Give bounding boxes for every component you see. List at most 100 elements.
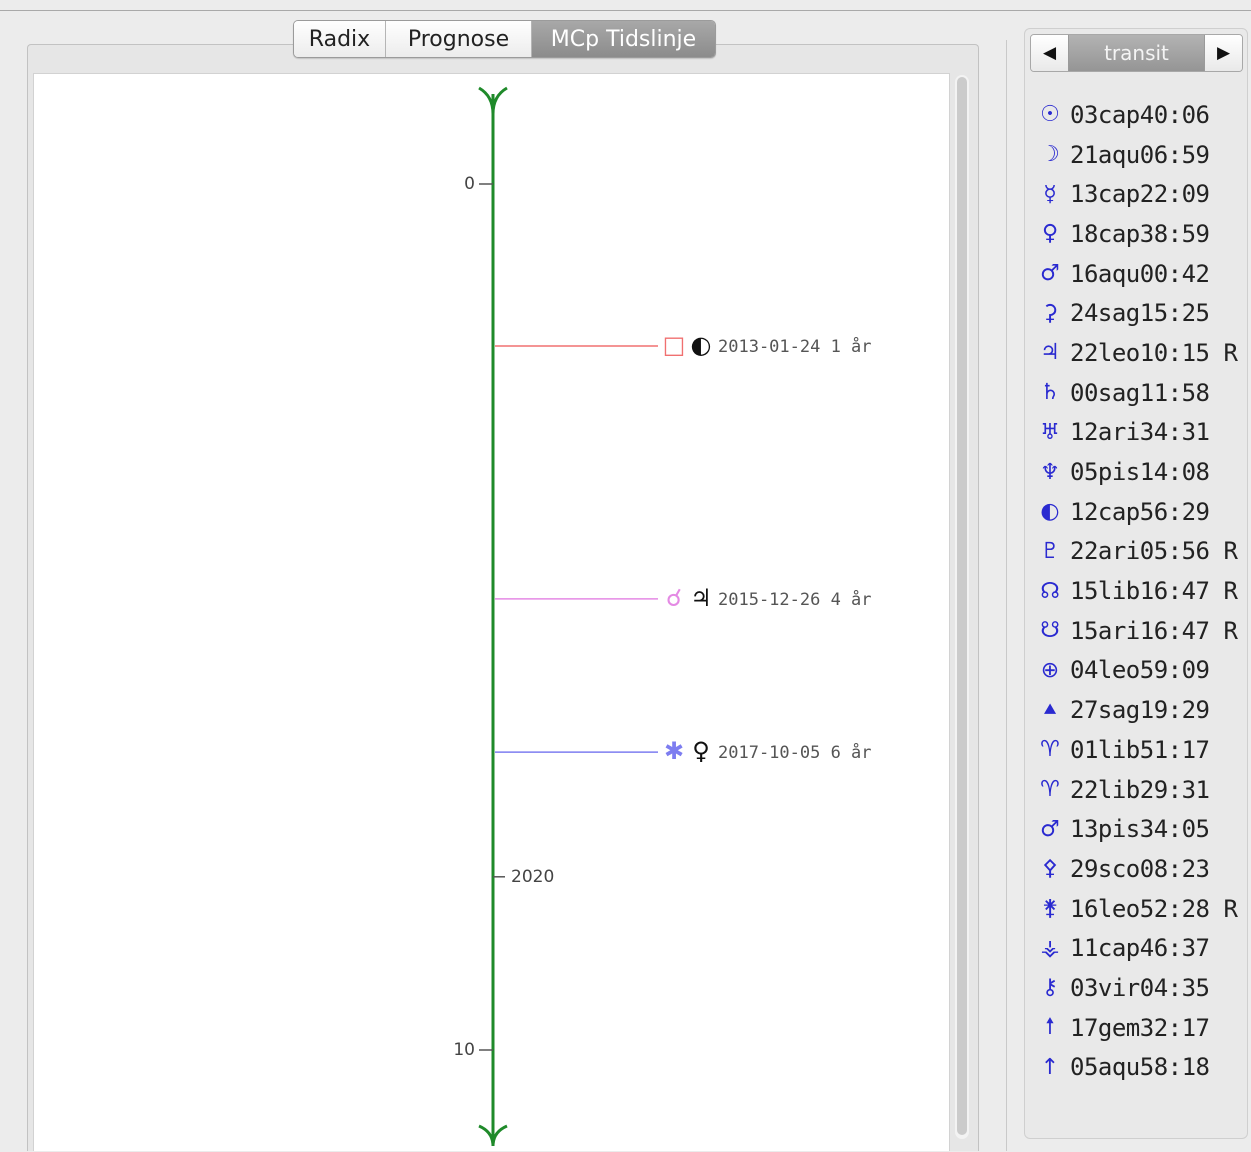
pluto-icon: ♇ xyxy=(1040,538,1060,564)
position-value: 03vir04:35 xyxy=(1070,973,1210,1002)
position-value: 05aqu58:18 xyxy=(1070,1053,1210,1082)
position-row: ♃ 22leo10:15 R xyxy=(1030,333,1245,373)
position-value: 17gem32:17 xyxy=(1070,1013,1210,1042)
position-value: 13cap22:09 xyxy=(1070,180,1210,209)
position-value: 11cap46:37 xyxy=(1070,934,1210,963)
point-icon: ♈ xyxy=(1040,737,1060,763)
panel-divider xyxy=(1006,40,1007,1151)
position-row: ♂ 13pis34:05 xyxy=(1030,809,1245,849)
position-value: 22lib29:31 xyxy=(1070,775,1210,804)
position-value: 04leo59:09 xyxy=(1070,656,1210,685)
ceres-icon: ⚳ xyxy=(1041,300,1059,326)
event-label: 2013-01-24 1 år xyxy=(718,336,872,357)
tab-mcp-tidslinje[interactable]: MCp Tidslinje xyxy=(531,21,715,57)
transit-positions-list: ☉ 03cap40:06 ☽ 21aqu06:59 ☿ 13cap22:09 ♀ 18cap3… xyxy=(1030,95,1245,1087)
aspect-icon: ✱ xyxy=(664,737,684,765)
point-icon: ♈ xyxy=(1040,777,1060,803)
point-icon: ⚴ xyxy=(1041,856,1059,882)
position-row: ◐ 12cap56:29 xyxy=(1030,492,1245,532)
position-row: ♈ 01lib51:17 xyxy=(1030,730,1245,770)
neptune-icon: ♆ xyxy=(1040,459,1060,485)
position-row: ♈ 22lib29:31 xyxy=(1030,770,1245,810)
point-icon: ⚶ xyxy=(1040,935,1060,961)
position-row: 🠕 17gem32:17 xyxy=(1030,1008,1245,1048)
position-row: ⚴ 29sco08:23 xyxy=(1030,849,1245,889)
transit-title: transit xyxy=(1068,35,1205,71)
saturn-icon: ♄ xyxy=(1040,380,1060,406)
position-row: ↑ 05aqu58:18 xyxy=(1030,1048,1245,1088)
south-node-icon: ☋ xyxy=(1040,618,1060,644)
arrow-icon: ↑ xyxy=(1040,1054,1060,1080)
position-value: 15ari16:47 R xyxy=(1070,616,1238,645)
position-value: 22leo10:15 R xyxy=(1070,338,1238,367)
position-row: ⯅ 27sag19:29 xyxy=(1030,690,1245,730)
point-icon: ♂ xyxy=(1040,816,1060,842)
event-label: 2017-10-05 6 år xyxy=(718,742,872,763)
position-value: 05pis14:08 xyxy=(1070,458,1210,487)
position-row: ⚶ 11cap46:37 xyxy=(1030,928,1245,968)
position-value: 15lib16:47 R xyxy=(1070,577,1238,606)
timeline-canvas: 0 2020 10 □ ◐ 2013-01-24 1 år ☌ ♃ 2015-12-26 4 å… xyxy=(33,73,950,1151)
moon-icon: ☽ xyxy=(1040,142,1060,168)
planet-icon: ◐ xyxy=(691,331,712,359)
position-row: ⊕ 04leo59:09 xyxy=(1030,651,1245,691)
jupiter-icon: ♃ xyxy=(1040,340,1060,366)
position-row: ☋ 15ari16:47 R xyxy=(1030,611,1245,651)
position-value: 22ari05:56 R xyxy=(1070,537,1238,566)
point-icon: ⚷ xyxy=(1041,975,1059,1001)
tick-label: 10 xyxy=(453,1040,475,1060)
mars-icon: ♂ xyxy=(1040,261,1060,287)
tick-label: 2020 xyxy=(511,867,554,887)
position-row: ♂ 16aqu00:42 xyxy=(1030,254,1245,294)
view-tabs: Radix Prognose MCp Tidslinje xyxy=(293,20,716,58)
position-value: 24sag15:25 xyxy=(1070,299,1210,328)
point-icon: ⯅ xyxy=(1041,697,1059,723)
position-row: ♀ 18cap38:59 xyxy=(1030,214,1245,254)
position-row: ♆ 05pis14:08 xyxy=(1030,452,1245,492)
position-row: ☉ 03cap40:06 xyxy=(1030,95,1245,135)
aspect-icon: ☌ xyxy=(666,584,682,612)
position-row: ☽ 21aqu06:59 xyxy=(1030,135,1245,175)
next-button[interactable]: ▶ xyxy=(1205,35,1242,71)
position-row: ♄ 00sag11:58 xyxy=(1030,373,1245,413)
tab-prognose[interactable]: Prognose xyxy=(385,21,531,57)
prev-button[interactable]: ◀ xyxy=(1031,35,1068,71)
lunation-icon: ◐ xyxy=(1040,499,1060,525)
position-value: 16leo52:28 R xyxy=(1070,894,1238,923)
position-value: 16aqu00:42 xyxy=(1070,259,1210,288)
position-value: 03cap40:06 xyxy=(1070,100,1210,129)
position-row: ⚵ 16leo52:28 R xyxy=(1030,889,1245,929)
planet-icon: ♃ xyxy=(690,584,712,612)
mercury-icon: ☿ xyxy=(1043,181,1057,207)
position-row: ⚷ 03vir04:35 xyxy=(1030,968,1245,1008)
position-row: ♅ 12ari34:31 xyxy=(1030,413,1245,453)
position-value: 13pis34:05 xyxy=(1070,815,1210,844)
scrollbar-thumb[interactable] xyxy=(957,77,967,1135)
arrow-icon: 🠕 xyxy=(1045,1013,1055,1039)
position-value: 18cap38:59 xyxy=(1070,219,1210,248)
position-value: 12cap56:29 xyxy=(1070,497,1210,526)
position-row: ⚳ 24sag15:25 xyxy=(1030,293,1245,333)
event-label: 2015-12-26 4 år xyxy=(718,589,872,610)
timeline-scrollbar[interactable] xyxy=(955,75,969,1139)
position-value: 12ari34:31 xyxy=(1070,418,1210,447)
position-row: ☿ 13cap22:09 xyxy=(1030,174,1245,214)
position-value: 00sag11:58 xyxy=(1070,378,1210,407)
position-row: ☊ 15lib16:47 R xyxy=(1030,571,1245,611)
window-top-rule xyxy=(0,10,1251,11)
north-node-icon: ☊ xyxy=(1040,578,1060,604)
point-icon: ⚵ xyxy=(1041,896,1059,922)
position-value: 01lib51:17 xyxy=(1070,735,1210,764)
venus-icon: ♀ xyxy=(1041,221,1059,247)
position-value: 27sag19:29 xyxy=(1070,696,1210,725)
tick-label: 0 xyxy=(464,174,475,194)
aspect-icon: □ xyxy=(663,331,686,359)
transit-navigator: ◀ transit ▶ xyxy=(1030,34,1243,72)
position-row: ♇ 22ari05:56 R xyxy=(1030,532,1245,572)
timeline-chart: 0 2020 10 □ ◐ 2013-01-24 1 år ☌ ♃ 2015-12-26 4 å… xyxy=(453,86,872,1147)
position-value: 29sco08:23 xyxy=(1070,854,1210,883)
uranus-icon: ♅ xyxy=(1040,419,1060,445)
position-value: 21aqu06:59 xyxy=(1070,140,1210,169)
tab-radix[interactable]: Radix xyxy=(294,21,385,57)
sun-icon: ☉ xyxy=(1040,102,1060,128)
